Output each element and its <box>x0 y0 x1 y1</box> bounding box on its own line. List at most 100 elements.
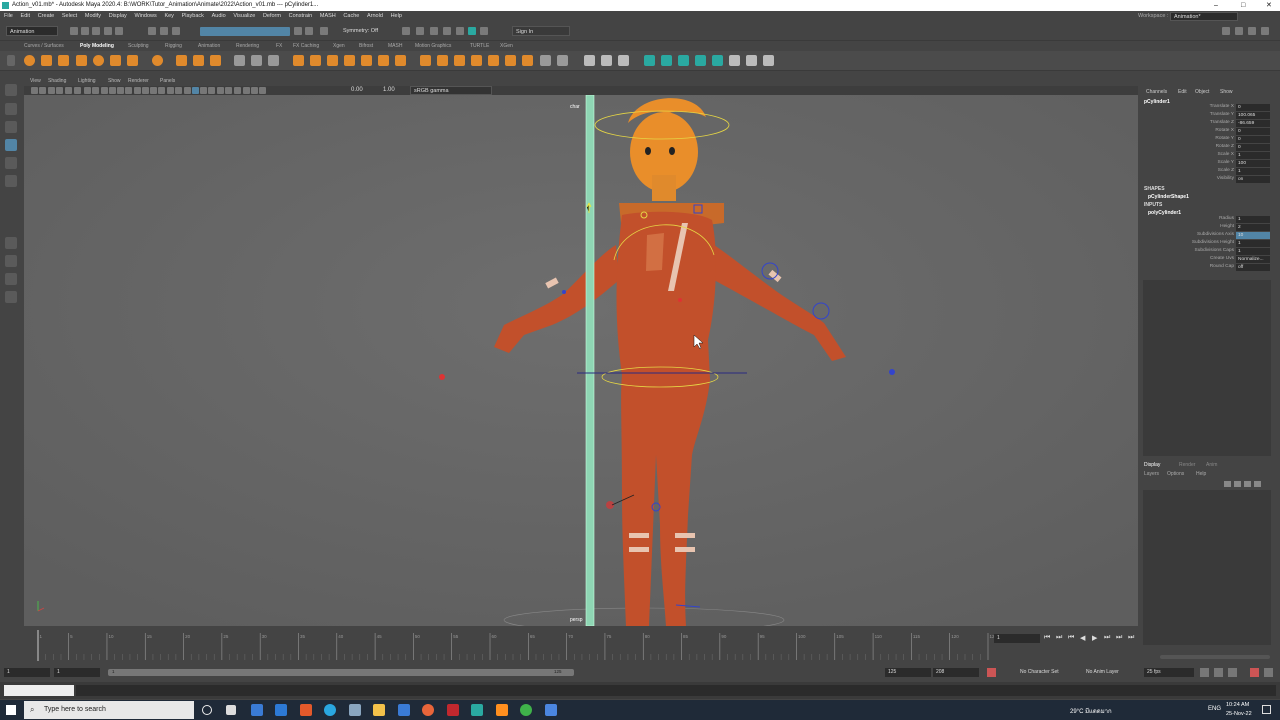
panel-menu-renderer[interactable]: Renderer <box>128 76 149 86</box>
input-row[interactable]: Radius 1 <box>1140 216 1270 224</box>
windows-start-icon[interactable] <box>6 705 16 715</box>
menuset-dropdown[interactable]: Animation <box>6 26 58 36</box>
step-back-frame-icon[interactable]: ⏮ <box>1068 634 1074 642</box>
zoom-app-icon[interactable] <box>545 704 557 716</box>
menu-playback[interactable]: Playback <box>182 11 204 22</box>
channel-value[interactable]: 100.065 <box>1236 112 1270 119</box>
menu-key[interactable]: Key <box>164 11 173 22</box>
offset-edge-loop-icon[interactable] <box>454 55 465 66</box>
line-app-icon[interactable] <box>520 704 532 716</box>
history-icon[interactable] <box>402 27 410 35</box>
undo-icon[interactable] <box>104 27 112 35</box>
shelf-tab-bifrost[interactable]: Bifrost <box>359 41 373 51</box>
open-scene-icon[interactable] <box>81 27 89 35</box>
menu-visualize[interactable]: Visualize <box>233 11 255 22</box>
super-shape-icon[interactable] <box>152 55 163 66</box>
outliner-icon[interactable] <box>5 291 17 303</box>
shelf-tab-animation[interactable]: Animation <box>198 41 220 51</box>
gate-mask-icon[interactable] <box>109 87 116 94</box>
edge-app-icon[interactable] <box>324 704 336 716</box>
tool-settings-icon[interactable] <box>1248 27 1256 35</box>
anim-prefs-icon[interactable] <box>1264 668 1273 677</box>
channel-row[interactable]: Translate Y 100.065 <box>1140 112 1270 120</box>
channel-menu-object[interactable]: Object <box>1195 89 1209 95</box>
current-time-indicator[interactable] <box>37 630 39 661</box>
channel-value[interactable]: 1 <box>1236 168 1270 175</box>
resolution-gate-icon[interactable] <box>101 87 108 94</box>
file-explorer-icon[interactable] <box>373 704 385 716</box>
cut-uv-icon[interactable] <box>763 55 774 66</box>
start-time-field[interactable]: 1 <box>4 668 50 677</box>
shelf-tab-rigging[interactable]: Rigging <box>165 41 182 51</box>
shelf-tab-fx-caching[interactable]: FX Caching <box>293 41 319 51</box>
scene-canvas[interactable] <box>24 95 1138 626</box>
loop-icon[interactable] <box>1200 668 1209 677</box>
isolate-select-icon[interactable] <box>225 87 232 94</box>
range-slider-bar[interactable]: 1 125 <box>108 669 574 676</box>
task-view-icon[interactable] <box>226 705 236 715</box>
layer-menu-layers[interactable]: Layers <box>1144 471 1159 477</box>
image-plane-icon[interactable] <box>56 87 63 94</box>
play-backward-icon[interactable]: ◀ <box>1080 634 1085 642</box>
camera-attributes-icon[interactable] <box>39 87 46 94</box>
channel-row[interactable]: Scale Y 100 <box>1140 160 1270 168</box>
sculpt-icon[interactable] <box>618 55 629 66</box>
channel-row[interactable]: Visibility on <box>1140 176 1270 184</box>
spherical-map-icon[interactable] <box>678 55 689 66</box>
single-perspective-layout-icon[interactable] <box>5 237 17 249</box>
insert-edge-loop-icon[interactable] <box>437 55 448 66</box>
paint-select-tool-icon[interactable] <box>5 121 17 133</box>
netflix-app-icon[interactable] <box>447 704 459 716</box>
menu-mash[interactable]: MASH <box>320 11 336 22</box>
shelf-tab-motion-graphics[interactable]: Motion Graphics <box>415 41 451 51</box>
select-component-icon[interactable] <box>172 27 180 35</box>
render-frame-icon[interactable] <box>430 27 438 35</box>
input-row[interactable]: Create Uvs Normalize... <box>1140 256 1270 264</box>
input-row[interactable]: Round Cap off <box>1140 264 1270 272</box>
input-row[interactable]: Subdivisions Caps 1 <box>1140 248 1270 256</box>
shelf-tab-poly-modeling[interactable]: Poly Modeling <box>80 41 114 51</box>
channel-menu-channels[interactable]: Channels <box>1146 89 1167 95</box>
poly-sphere-icon[interactable] <box>24 55 35 66</box>
maya-app-icon[interactable] <box>471 704 483 716</box>
sound-icon[interactable] <box>1214 668 1223 677</box>
ambient-occlusion-icon[interactable] <box>192 87 199 94</box>
xray-active-icon[interactable] <box>251 87 258 94</box>
select-object-icon[interactable] <box>160 27 168 35</box>
channel-row[interactable]: Scale Z1 <box>1140 168 1270 176</box>
anim-layer-dropdown[interactable]: No Anim Layer <box>1076 668 1140 677</box>
channel-menu-edit[interactable]: Edit <box>1178 89 1187 95</box>
input-attr-value[interactable]: Normalize... <box>1236 256 1270 263</box>
smooth-icon[interactable] <box>268 55 279 66</box>
bevel-icon[interactable] <box>361 55 372 66</box>
layer-menu-help[interactable]: Help <box>1196 471 1206 477</box>
circularize-icon[interactable] <box>557 55 568 66</box>
shelf-options-icon[interactable] <box>7 55 15 66</box>
layer-tab-render[interactable]: Render <box>1179 462 1195 468</box>
shelf-tab-sculpting[interactable]: Sculpting <box>128 41 149 51</box>
menu-cache[interactable]: Cache <box>343 11 359 22</box>
poly-disc-icon[interactable] <box>127 55 138 66</box>
shelf-tab-fx[interactable]: FX <box>276 41 282 51</box>
go-to-start-icon[interactable]: ⏮ <box>1044 634 1050 642</box>
mirror-icon[interactable] <box>310 55 321 66</box>
grid-icon[interactable] <box>84 87 91 94</box>
app-icon-generic[interactable] <box>349 704 361 716</box>
taskbar-search-box[interactable]: ⌕ Type here to search <box>24 701 194 719</box>
time-slider[interactable]: 1 5 10 15 20 25 30 35 40 45 50 55 60 65 70 75 80 85 90 95 10… <box>24 628 1040 663</box>
mel-command-input[interactable] <box>4 685 74 696</box>
menu-create[interactable]: Create <box>38 11 55 22</box>
current-frame-field[interactable]: 1 <box>994 634 1040 643</box>
render-settings-icon[interactable] <box>456 27 464 35</box>
channel-value[interactable]: 0 <box>1236 144 1270 151</box>
quad-draw-icon[interactable] <box>488 55 499 66</box>
channel-row[interactable]: Scale X1 <box>1140 152 1270 160</box>
range-start-field[interactable]: 1 <box>54 668 100 677</box>
channel-value[interactable]: 0 <box>1236 128 1270 135</box>
poly-torus-icon[interactable] <box>93 55 104 66</box>
channel-row[interactable]: Translate X0 <box>1140 104 1270 112</box>
channel-row[interactable]: Rotate X0 <box>1140 128 1270 136</box>
sweep-mesh-icon[interactable] <box>176 55 187 66</box>
smooth-shade-icon[interactable] <box>150 87 157 94</box>
redo-icon[interactable] <box>115 27 123 35</box>
